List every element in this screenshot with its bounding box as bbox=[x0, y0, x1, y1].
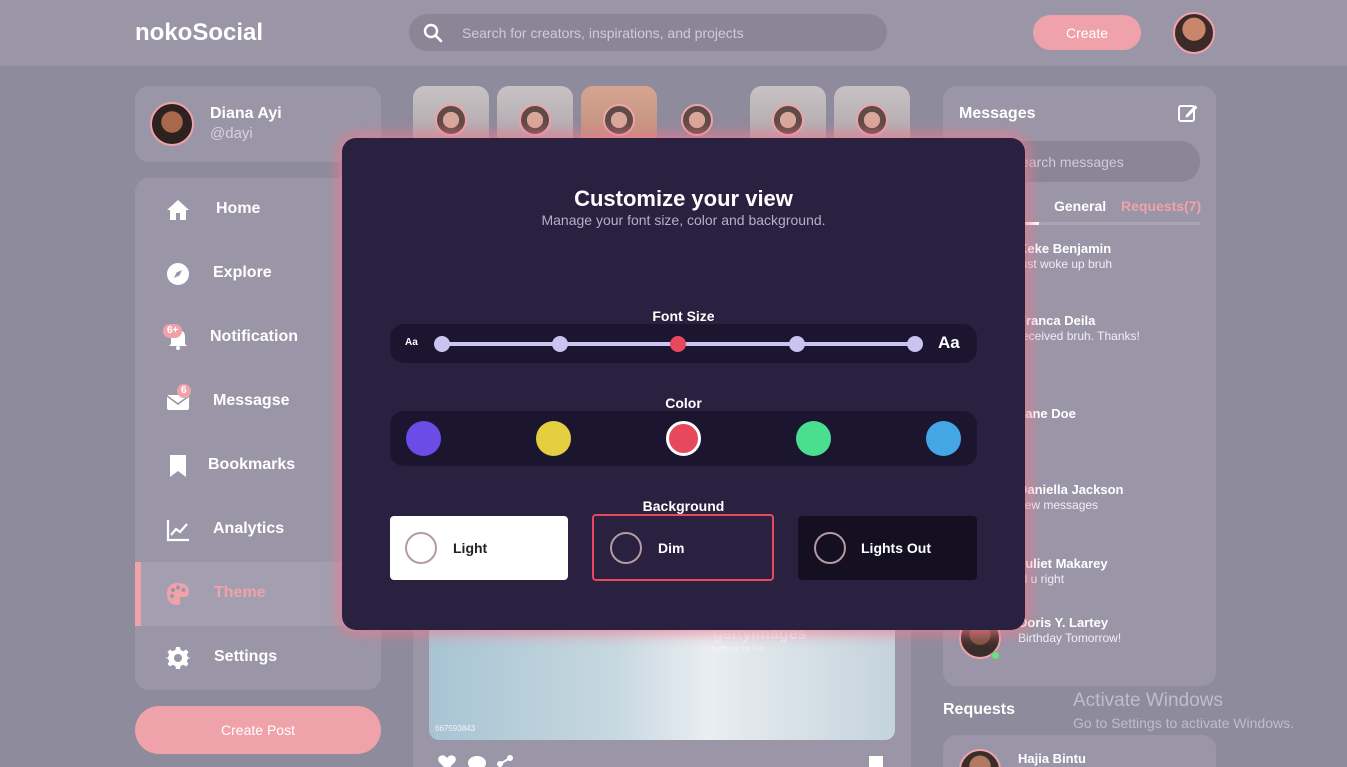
message-preview: new messages bbox=[1018, 498, 1099, 512]
sidebar-item-label: Messagse bbox=[213, 392, 290, 409]
request-name: Hajia Bintu bbox=[1018, 751, 1086, 766]
background-option-label: Dim bbox=[658, 540, 685, 556]
feed-actions bbox=[437, 754, 897, 767]
font-size-stop[interactable] bbox=[907, 336, 923, 352]
font-size-stop[interactable] bbox=[789, 336, 805, 352]
chart-icon bbox=[166, 520, 189, 542]
sidebar-item-label: Analytics bbox=[213, 520, 285, 537]
background-option-label: Lights Out bbox=[861, 540, 931, 556]
share-icon[interactable] bbox=[495, 754, 515, 767]
sidebar-item-label: Home bbox=[216, 200, 261, 217]
create-button[interactable]: Create bbox=[1033, 15, 1141, 50]
heart-icon[interactable] bbox=[437, 754, 457, 767]
story-avatar bbox=[435, 104, 467, 136]
search-icon bbox=[423, 23, 443, 43]
background-label: Background bbox=[642, 498, 725, 514]
brand-logo[interactable]: nokoSocial bbox=[135, 19, 263, 47]
message-sender: Franca Deila bbox=[1018, 313, 1096, 328]
modal-title: Customize your view bbox=[574, 186, 793, 211]
sidebar-item-label: Bookmarks bbox=[208, 456, 296, 473]
request-item[interactable]: Hajia Bintu bbox=[943, 735, 1216, 767]
story-avatar bbox=[603, 104, 635, 136]
font-size-stop-selected[interactable] bbox=[670, 336, 686, 352]
sidebar-item-label: Notification bbox=[210, 328, 298, 345]
message-sender: Daniella Jackson bbox=[1018, 482, 1124, 497]
customize-theme-modal: Customize your view Manage your font siz… bbox=[342, 138, 1025, 630]
profile-avatar bbox=[150, 102, 194, 146]
messages-search-input[interactable]: earch messages bbox=[1021, 154, 1124, 170]
radio-circle bbox=[610, 532, 642, 564]
color-option-green[interactable] bbox=[796, 421, 831, 456]
font-size-selector: Aa Aa bbox=[390, 324, 977, 363]
activate-windows-title: Activate Windows bbox=[1073, 690, 1223, 711]
profile-name: Diana Ayi bbox=[210, 105, 282, 122]
sidebar-item-label: Theme bbox=[214, 584, 266, 601]
messages-title: Messages bbox=[959, 105, 1036, 122]
message-sender: Keke Benjamin bbox=[1018, 241, 1112, 256]
font-size-label: Font Size bbox=[652, 308, 715, 324]
message-preview: received bruh. Thanks! bbox=[1018, 329, 1140, 343]
story-avatar bbox=[681, 104, 713, 136]
nav-avatar[interactable] bbox=[1173, 12, 1215, 54]
tab-requests[interactable]: Requests(7) bbox=[1121, 198, 1201, 214]
bookmark-post-icon[interactable] bbox=[867, 754, 887, 767]
color-option-yellow[interactable] bbox=[536, 421, 571, 456]
search-input[interactable]: Search for creators, inspirations, and p… bbox=[462, 25, 744, 41]
modal-subtitle: Manage your font size, color and backgro… bbox=[541, 212, 826, 228]
comment-icon[interactable] bbox=[467, 754, 487, 767]
online-indicator bbox=[991, 651, 1000, 660]
photo-credit: Lettuce Le Fur bbox=[713, 644, 765, 653]
background-option-lights-out[interactable]: Lights Out bbox=[798, 516, 977, 580]
messages-badge: 6 bbox=[177, 384, 191, 398]
story-avatar bbox=[856, 104, 888, 136]
compass-icon bbox=[167, 263, 189, 285]
photo-id: 667593843 bbox=[435, 724, 476, 733]
create-post-button[interactable]: Create Post bbox=[135, 706, 381, 754]
message-sender: Doris Y. Lartey bbox=[1018, 615, 1109, 630]
message-sender: Jane Doe bbox=[1018, 406, 1076, 421]
radio-circle bbox=[405, 532, 437, 564]
activate-windows-watermark: Activate Windows Go to Settings to activ… bbox=[1073, 690, 1294, 731]
sidebar-item-label: Explore bbox=[213, 264, 272, 281]
edit-icon[interactable] bbox=[1177, 102, 1199, 124]
search-bar[interactable]: Search for creators, inspirations, and p… bbox=[409, 14, 887, 51]
request-avatar bbox=[959, 749, 1001, 767]
tab-general[interactable]: General bbox=[1054, 198, 1106, 214]
sidebar-item-label: Settings bbox=[214, 648, 278, 665]
font-size-stop[interactable] bbox=[552, 336, 568, 352]
background-option-label: Light bbox=[453, 540, 488, 556]
font-small-sample: Aa bbox=[405, 337, 418, 348]
background-option-light[interactable]: Light bbox=[390, 516, 568, 580]
feed-photo[interactable]: gettyimages Lettuce Le Fur 667593843 bbox=[429, 620, 895, 740]
message-preview: just woke up bruh bbox=[1018, 257, 1113, 271]
sidebar-item-settings[interactable]: Settings bbox=[135, 626, 381, 690]
color-option-blue[interactable] bbox=[926, 421, 961, 456]
bookmark-icon bbox=[170, 455, 186, 477]
color-option-purple[interactable] bbox=[406, 421, 441, 456]
message-preview: Birthday Tomorrow! bbox=[1018, 631, 1122, 645]
gear-icon bbox=[165, 647, 191, 669]
palette-icon bbox=[167, 583, 189, 605]
color-option-red-selected[interactable] bbox=[666, 421, 701, 456]
font-large-sample: Aa bbox=[938, 333, 960, 352]
home-icon bbox=[167, 200, 189, 220]
color-label: Color bbox=[665, 395, 702, 411]
story-avatar bbox=[772, 104, 804, 136]
activate-windows-hint: Go to Settings to activate Windows. bbox=[1073, 715, 1294, 731]
story-avatar bbox=[519, 104, 551, 136]
message-sender: Juliet Makarey bbox=[1018, 556, 1108, 571]
profile-handle: @dayi bbox=[210, 125, 253, 142]
color-selector bbox=[390, 411, 977, 466]
font-size-stop[interactable] bbox=[434, 336, 450, 352]
notification-badge: 6+ bbox=[163, 324, 183, 338]
radio-circle bbox=[814, 532, 846, 564]
top-navbar: nokoSocial Search for creators, inspirat… bbox=[0, 0, 1347, 66]
background-option-dim[interactable]: Dim bbox=[592, 514, 774, 581]
requests-title: Requests bbox=[943, 701, 1016, 718]
